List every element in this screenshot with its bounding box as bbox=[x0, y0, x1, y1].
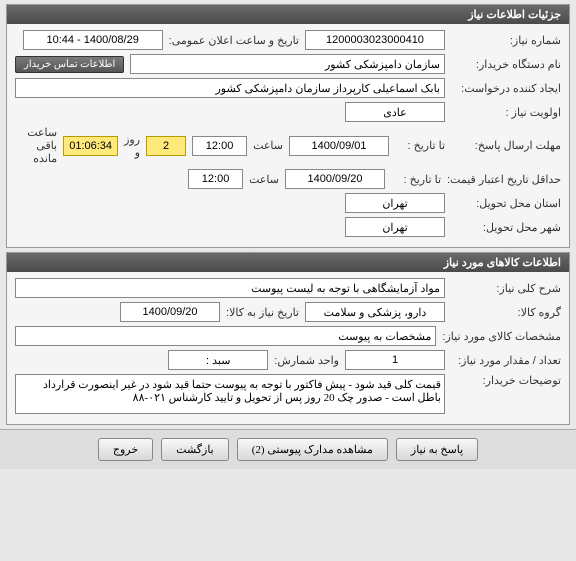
desc-field[interactable] bbox=[15, 278, 445, 298]
price-valid-label: حداقل تاریخ اعتبار قیمت: bbox=[447, 173, 561, 186]
buyer-org-label: نام دستگاه خریدار: bbox=[451, 58, 561, 71]
need-no-field[interactable] bbox=[305, 30, 445, 50]
reply-button[interactable]: پاسخ به نیاز bbox=[396, 438, 478, 461]
panel1-body: شماره نیاز: تاریخ و ساعت اعلان عمومی: نا… bbox=[7, 24, 569, 247]
creator-label: ایجاد کننده درخواست: bbox=[451, 82, 561, 95]
attachments-button[interactable]: مشاهده مدارک پیوستی (2) bbox=[237, 438, 388, 461]
days-remaining-field bbox=[146, 136, 186, 156]
row-deliver-city: شهر محل تحویل: bbox=[15, 217, 561, 237]
qty-label: تعداد / مقدار مورد نیاز: bbox=[451, 354, 561, 367]
row-spec: مشخصات کالای مورد نیاز: bbox=[15, 326, 561, 346]
row-buyer-notes: توضیحات خریدار: bbox=[15, 374, 561, 414]
need-date-label: تاریخ نیاز به کالا: bbox=[226, 306, 299, 319]
time-label-1: ساعت bbox=[253, 139, 283, 152]
spec-field[interactable] bbox=[15, 326, 436, 346]
spec-label: مشخصات کالای مورد نیاز: bbox=[442, 330, 561, 343]
panel1-title: جزئیات اطلاعات نیاز bbox=[7, 5, 569, 24]
time-label-2: ساعت bbox=[249, 173, 279, 186]
buyer-notes-field[interactable] bbox=[15, 374, 445, 414]
row-desc: شرح کلی نیاز: bbox=[15, 278, 561, 298]
time-remaining-field bbox=[63, 136, 118, 156]
desc-label: شرح کلی نیاز: bbox=[451, 282, 561, 295]
row-qty: تعداد / مقدار مورد نیاز: واحد شمارش: bbox=[15, 350, 561, 370]
row-deadline: مهلت ارسال پاسخ: تا تاریخ : ساعت روز و س… bbox=[15, 126, 561, 165]
deadline-label: مهلت ارسال پاسخ: bbox=[451, 139, 561, 152]
row-deliver-state: استان محل تحویل: bbox=[15, 193, 561, 213]
announce-label: تاریخ و ساعت اعلان عمومی: bbox=[169, 34, 299, 47]
deliver-state-label: استان محل تحویل: bbox=[451, 197, 561, 210]
deadline-date-field[interactable] bbox=[289, 136, 389, 156]
panel2-title: اطلاعات کالاهای مورد نیاز bbox=[7, 253, 569, 272]
qty-field[interactable] bbox=[345, 350, 445, 370]
deliver-city-label: شهر محل تحویل: bbox=[451, 221, 561, 234]
deliver-city-field[interactable] bbox=[345, 217, 445, 237]
row-need-no: شماره نیاز: تاریخ و ساعت اعلان عمومی: bbox=[15, 30, 561, 50]
need-date-field[interactable] bbox=[120, 302, 220, 322]
row-creator: ایجاد کننده درخواست: bbox=[15, 78, 561, 98]
unit-field[interactable] bbox=[168, 350, 268, 370]
buyer-org-field[interactable] bbox=[130, 54, 445, 74]
row-priority: اولویت نیاز : bbox=[15, 102, 561, 122]
group-field[interactable] bbox=[305, 302, 445, 322]
panel2-body: شرح کلی نیاز: گروه کالا: تاریخ نیاز به ک… bbox=[7, 272, 569, 424]
exit-button[interactable]: خروج bbox=[98, 438, 153, 461]
contact-buyer-button[interactable]: اطلاعات تماس خریدار bbox=[15, 56, 124, 73]
row-group: گروه کالا: تاریخ نیاز به کالا: bbox=[15, 302, 561, 322]
to-date-label-2: تا تاریخ : bbox=[391, 173, 441, 186]
need-details-panel: جزئیات اطلاعات نیاز شماره نیاز: تاریخ و … bbox=[6, 4, 570, 248]
price-valid-date-field[interactable] bbox=[285, 169, 385, 189]
unit-label: واحد شمارش: bbox=[274, 354, 339, 367]
deadline-time-field[interactable] bbox=[192, 136, 247, 156]
goods-info-panel: اطلاعات کالاهای مورد نیاز شرح کلی نیاز: … bbox=[6, 252, 570, 425]
row-buyer-org: نام دستگاه خریدار: اطلاعات تماس خریدار bbox=[15, 54, 561, 74]
back-button[interactable]: بازگشت bbox=[161, 438, 229, 461]
creator-field[interactable] bbox=[15, 78, 445, 98]
days-and-label: روز و bbox=[124, 133, 140, 159]
remaining-label: ساعت باقی مانده bbox=[15, 126, 57, 165]
group-label: گروه کالا: bbox=[451, 306, 561, 319]
priority-label: اولویت نیاز : bbox=[451, 106, 561, 119]
action-button-bar: پاسخ به نیاز مشاهده مدارک پیوستی (2) باز… bbox=[0, 429, 576, 469]
price-valid-time-field[interactable] bbox=[188, 169, 243, 189]
deliver-state-field[interactable] bbox=[345, 193, 445, 213]
buyer-notes-label: توضیحات خریدار: bbox=[451, 374, 561, 387]
need-no-label: شماره نیاز: bbox=[451, 34, 561, 47]
row-price-valid: حداقل تاریخ اعتبار قیمت: تا تاریخ : ساعت bbox=[15, 169, 561, 189]
priority-field[interactable] bbox=[345, 102, 445, 122]
announce-field[interactable] bbox=[23, 30, 163, 50]
to-date-label: تا تاریخ : bbox=[395, 139, 445, 152]
